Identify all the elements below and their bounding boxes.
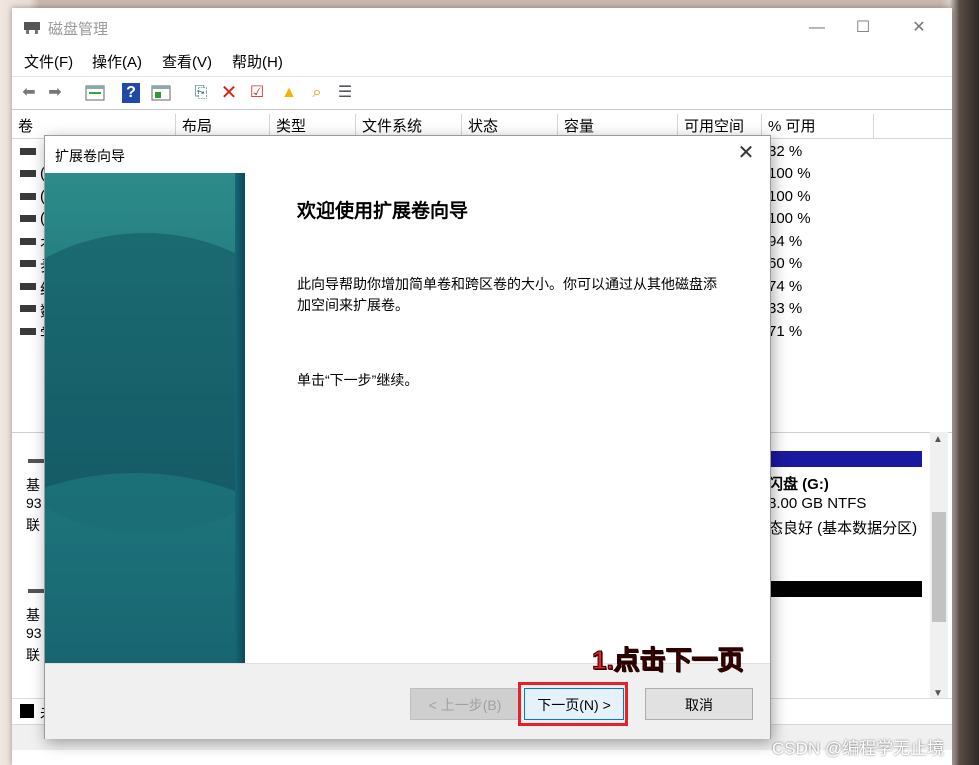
title-bar: 磁盘管理 — ☐ ✕: [12, 8, 952, 48]
connect-disk-icon[interactable]: ⎘: [190, 83, 212, 103]
volume-icon: [20, 328, 36, 335]
col-percent-free[interactable]: % 可用: [762, 114, 874, 138]
volume-icon: [20, 215, 36, 222]
disk-management-icon: [24, 22, 40, 34]
volume-icon: [20, 193, 36, 200]
help-icon[interactable]: ?: [122, 83, 140, 103]
volume-icon: [20, 283, 36, 290]
scroll-thumb[interactable]: [932, 512, 946, 622]
partition-bar: [768, 451, 922, 467]
wizard-description: 此向导帮助你增加简单卷和跨区卷的大小。你可以通过从其他磁盘添加空间来扩展卷。: [297, 276, 717, 313]
menu-file[interactable]: 文件(F): [24, 51, 73, 72]
back-arrow-icon[interactable]: ⬅: [18, 83, 40, 103]
minimize-button[interactable]: —: [794, 12, 840, 44]
dialog-close-icon[interactable]: ✕: [728, 138, 764, 168]
watermark: CSDN @编程学无止境: [772, 739, 945, 758]
check-icon[interactable]: ☑: [246, 83, 268, 103]
unallocated-swatch-icon: [20, 704, 34, 718]
annotation-text: 1.点击下一页: [592, 645, 745, 676]
menu-action[interactable]: 操作(A): [92, 51, 142, 72]
annotation-highlight: [518, 682, 628, 726]
search-folder-icon[interactable]: ⌕: [306, 83, 328, 103]
scroll-up-icon[interactable]: ▲: [933, 434, 943, 445]
cancel-button[interactable]: 取消: [645, 688, 753, 720]
volume-icon: [20, 238, 36, 245]
partition-size: 8.00 GB NTFS: [768, 495, 867, 512]
folder-up-icon[interactable]: ▲: [278, 83, 300, 103]
menu-view[interactable]: 查看(V): [162, 51, 212, 72]
toolbar: ⬅ ➡ ? ⎘ ✕ ☑ ▲ ⌕ ☰: [12, 76, 952, 110]
delete-icon[interactable]: ✕: [218, 83, 240, 103]
wizard-banner: [45, 173, 245, 663]
menu-bar: 文件(F) 操作(A) 查看(V) 帮助(H): [12, 48, 952, 74]
wizard-hint: 单击“下一步”继续。: [297, 372, 419, 388]
properties-view-icon[interactable]: [150, 83, 172, 103]
partition-name[interactable]: 闪盘 (G:): [768, 473, 829, 494]
settings-list-icon[interactable]: ☰: [334, 83, 356, 103]
maximize-button[interactable]: ☐: [840, 12, 886, 44]
wizard-heading: 欢迎使用扩展卷向导: [297, 201, 469, 222]
window-title: 磁盘管理: [48, 21, 109, 38]
unallocated-bar: [768, 581, 922, 597]
volume-icon: [20, 305, 36, 312]
disk-icon: [28, 459, 44, 463]
list-view-icon[interactable]: [84, 83, 106, 103]
volume-icon: [20, 170, 36, 177]
volume-icon: [20, 148, 36, 155]
disk-icon: [28, 589, 44, 593]
forward-arrow-icon[interactable]: ➡: [44, 83, 66, 103]
partition-status: 态良好 (基本数据分区): [768, 520, 918, 537]
menu-help[interactable]: 帮助(H): [232, 51, 283, 72]
close-button[interactable]: ✕: [896, 12, 942, 44]
back-button[interactable]: < 上一步(B): [410, 688, 520, 720]
dialog-title: 扩展卷向导: [55, 148, 125, 164]
scrollbar[interactable]: ▲ ▼: [930, 432, 948, 704]
volume-icon: [20, 260, 36, 267]
